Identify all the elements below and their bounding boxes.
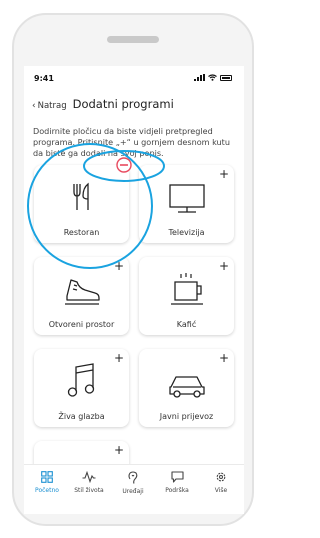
- tab-vise[interactable]: Više: [200, 471, 242, 494]
- app-screen: 9:41 ‹ Natrag Dodatni programi Dodirnite…: [24, 66, 244, 514]
- tab-label: Početno: [35, 487, 59, 494]
- television-icon: [168, 184, 205, 213]
- tile-kafic[interactable]: + Kafić: [139, 257, 234, 335]
- add-button[interactable]: +: [114, 444, 124, 456]
- chevron-left-icon: ‹: [32, 101, 36, 111]
- tab-label: Uređaji: [122, 488, 144, 495]
- car-icon: [168, 376, 205, 398]
- header: ‹ Natrag Dodatni programi: [32, 97, 174, 111]
- coffee-cup-icon: [170, 273, 203, 305]
- add-button[interactable]: +: [219, 168, 229, 180]
- music-note-icon: [67, 363, 94, 397]
- battery-icon: [220, 74, 232, 81]
- sneaker-icon: [64, 279, 100, 305]
- back-button[interactable]: ‹ Natrag: [32, 101, 67, 111]
- bottom-tab-bar: Početno Stil života Uređaji Podrška Više: [24, 464, 244, 514]
- tab-uredaji[interactable]: Uređaji: [112, 471, 154, 495]
- add-button[interactable]: +: [219, 352, 229, 364]
- tab-label: Podrška: [165, 487, 189, 494]
- tile-label: Televizija: [168, 228, 205, 237]
- chat-bubble-icon: [170, 471, 184, 483]
- tab-stil-zivota[interactable]: Stil života: [68, 471, 110, 494]
- tile-javni-prijevoz[interactable]: + Javni prijevoz: [139, 349, 234, 427]
- tab-label: Više: [214, 487, 228, 494]
- status-time: 9:41: [34, 74, 54, 83]
- tile-label: Živa glazba: [58, 412, 105, 421]
- tile-label: Restoran: [63, 228, 100, 237]
- tile-restoran[interactable]: Restoran: [34, 165, 129, 243]
- tab-label: Stil života: [74, 487, 104, 494]
- phone-speaker: [107, 36, 159, 43]
- tile-ziva-glazba[interactable]: + Živa glazba: [34, 349, 129, 427]
- back-label: Natrag: [37, 101, 67, 111]
- signal-icon: [194, 74, 205, 81]
- tab-pocetno[interactable]: Početno: [26, 471, 68, 494]
- tab-podrska[interactable]: Podrška: [156, 471, 198, 494]
- tile-otvoreni-prostor[interactable]: + Otvoreni prostor: [34, 257, 129, 335]
- page-title: Dodatni programi: [72, 97, 174, 111]
- tile-label: Otvoreni prostor: [48, 320, 115, 329]
- cutlery-icon: [72, 182, 89, 210]
- add-button[interactable]: +: [114, 352, 124, 364]
- hearing-aid-icon: [128, 471, 138, 484]
- pulse-icon: [82, 471, 96, 483]
- home-grid-icon: [41, 471, 53, 483]
- tile-televizija[interactable]: + Televizija: [139, 165, 234, 243]
- tile-label: Javni prijevoz: [159, 412, 214, 421]
- wifi-icon: [208, 74, 217, 81]
- tile-label: Kafić: [176, 320, 197, 329]
- status-icons: [194, 74, 232, 81]
- add-button[interactable]: +: [219, 260, 229, 272]
- instructions-text: Dodirnite pločicu da biste vidjeli pretp…: [33, 126, 230, 158]
- gear-icon: [216, 472, 226, 482]
- add-button[interactable]: +: [114, 260, 124, 272]
